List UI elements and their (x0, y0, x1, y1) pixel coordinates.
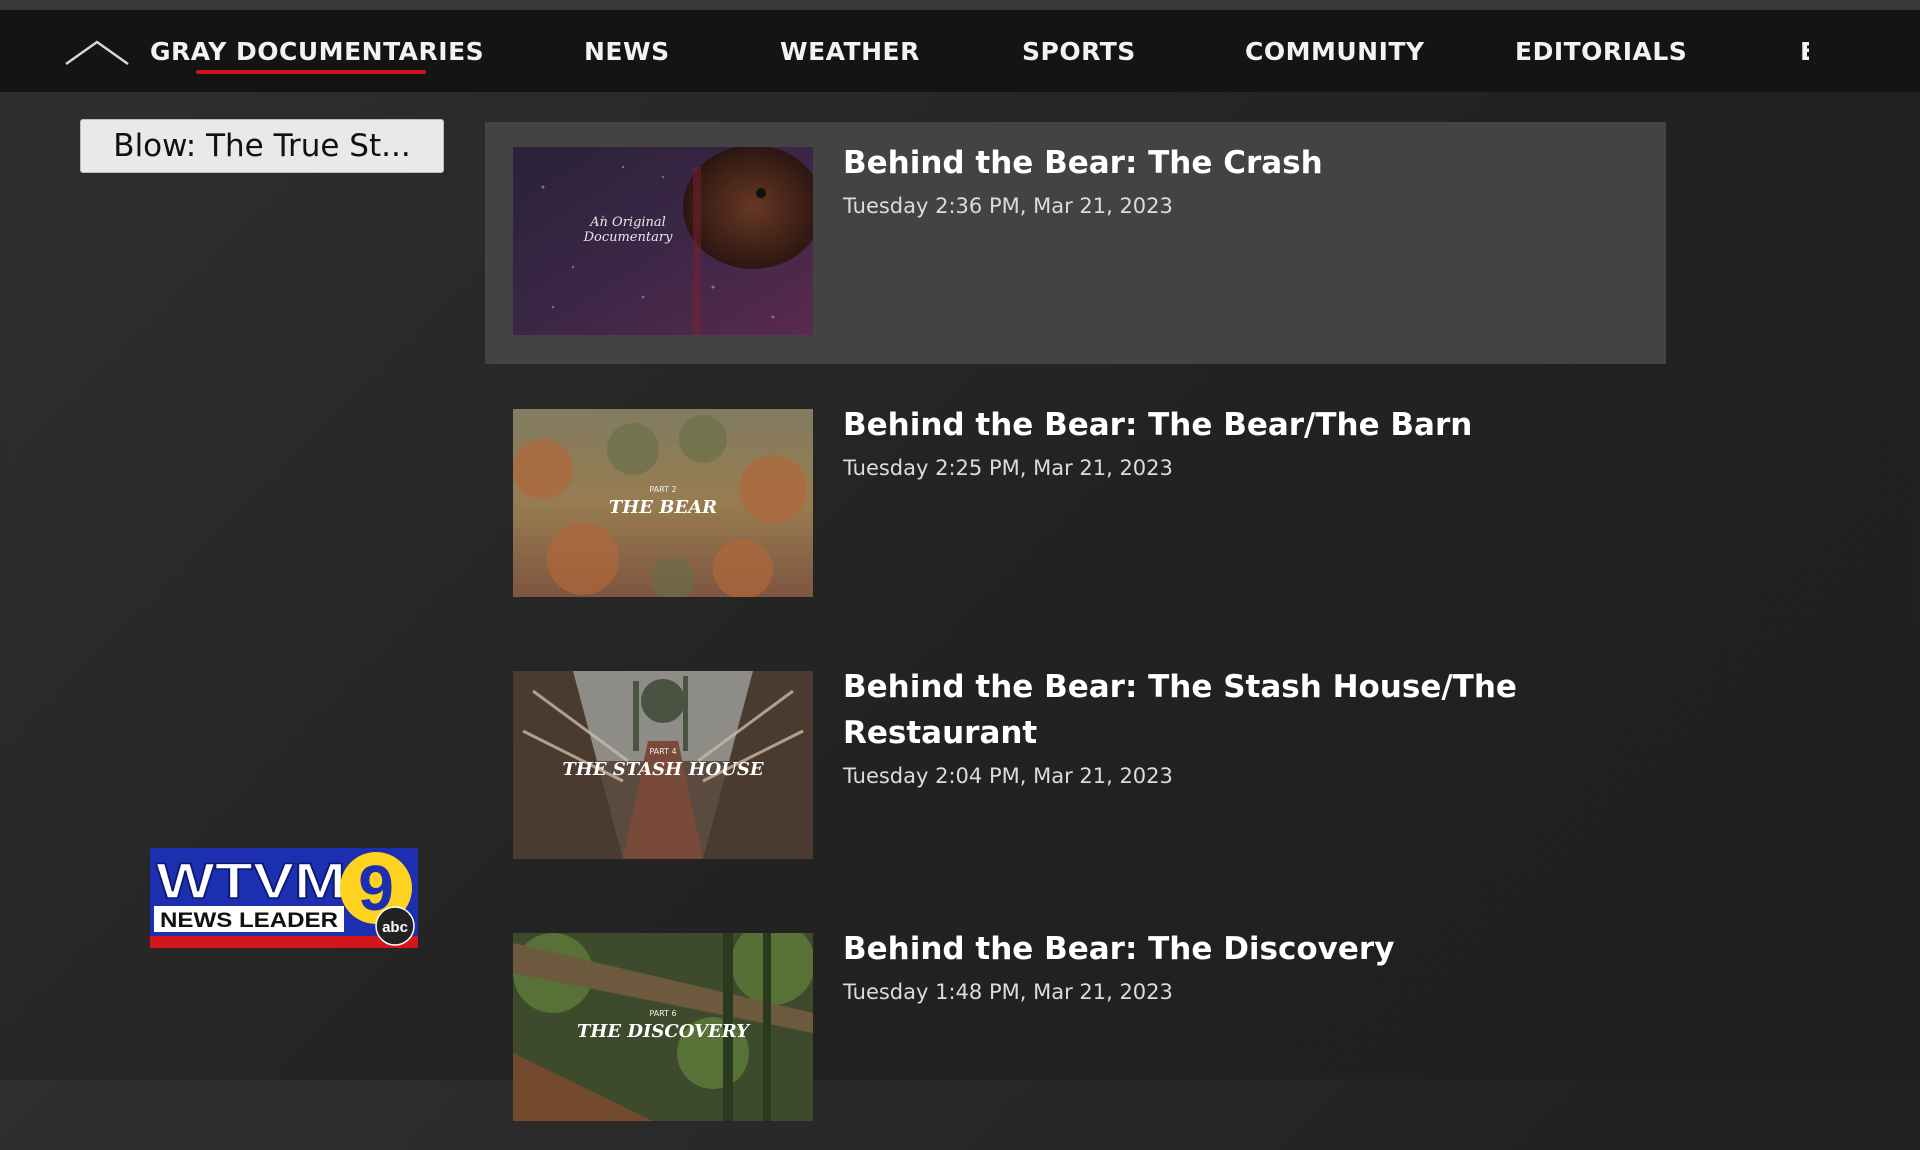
nav-tab-community[interactable]: COMMUNITY (1245, 32, 1425, 76)
svg-text:abc: abc (382, 919, 408, 936)
episode-row[interactable]: An Original Documentary Behind the Bear:… (485, 122, 1666, 364)
show-selector-button[interactable]: Blow: The True St... (80, 119, 444, 173)
episode-title: Behind the Bear: The Bear/The Barn (843, 407, 1473, 443)
thumbnail-caption: An Original Documentary (583, 215, 673, 245)
episode-thumbnail: An Original Documentary (513, 147, 813, 335)
episode-title: Behind the Bear: The Discovery (843, 931, 1395, 967)
episode-thumbnail: PART 6 THE DISCOVERY (513, 933, 813, 1121)
nav-tab-sports[interactable]: SPORTS (1022, 32, 1136, 76)
thumbnail-caption: THE BEAR (608, 497, 718, 518)
thumbnail-part-label: PART 6 (649, 1009, 677, 1018)
thumbnail-part-label: PART 4 (649, 747, 677, 756)
episode-date: Tuesday 2:04 PM, Mar 21, 2023 (843, 764, 1173, 788)
nav-tab-label: SPORTS (1022, 37, 1136, 66)
nav-tab-label: E (1800, 32, 1809, 76)
episode-date: Tuesday 1:48 PM, Mar 21, 2023 (843, 980, 1173, 1004)
nav-tab-news[interactable]: NEWS (584, 32, 670, 76)
nav-tab-editorials[interactable]: EDITORIALS (1515, 32, 1687, 76)
nav-tab-label: COMMUNITY (1245, 37, 1425, 66)
episode-title: Behind the Bear: The Stash House/The Res… (843, 669, 1517, 751)
active-tab-underline (196, 70, 426, 74)
nav-tab-overflow[interactable]: E (1795, 32, 1809, 76)
episode-date: Tuesday 2:25 PM, Mar 21, 2023 (843, 456, 1173, 480)
top-navigation-bar: GRAY DOCUMENTARIES NEWS WEATHER SPORTS C… (0, 10, 1920, 92)
nav-tab-weather[interactable]: WEATHER (780, 32, 920, 76)
episode-thumbnail: PART 4 THE STASH HOUSE (513, 671, 813, 859)
episode-row[interactable]: PART 4 THE STASH HOUSE Behind the Bear: … (485, 646, 1666, 888)
chevron-up-icon[interactable] (62, 32, 132, 72)
thumbnail-caption: THE DISCOVERY (576, 1021, 750, 1042)
station-logo: WTVM NEWS LEADER 9 abc (150, 848, 418, 948)
nav-tab-label: EDITORIALS (1515, 37, 1688, 66)
nav-tab-label: WEATHER (780, 37, 920, 66)
nav-tab-label: GRAY DOCUMENTARIES (150, 37, 485, 66)
top-edge (0, 0, 1920, 10)
show-selector-label: Blow: The True St... (113, 128, 411, 164)
episode-date: Tuesday 2:36 PM, Mar 21, 2023 (843, 194, 1173, 218)
thumbnail-part-label: PART 2 (649, 485, 677, 494)
episode-row[interactable]: PART 6 THE DISCOVERY Behind the Bear: Th… (485, 908, 1666, 1150)
svg-text:NEWS LEADER: NEWS LEADER (160, 909, 338, 932)
episode-thumbnail: PART 2 THE BEAR (513, 409, 813, 597)
thumbnail-caption: THE STASH HOUSE (562, 759, 764, 780)
nav-tab-gray-documentaries[interactable]: GRAY DOCUMENTARIES (150, 32, 484, 76)
episode-row[interactable]: PART 2 THE BEAR Behind the Bear: The Bea… (485, 384, 1666, 626)
nav-tab-label: NEWS (584, 37, 670, 66)
episode-title: Behind the Bear: The Crash (843, 145, 1323, 181)
svg-text:WTVM: WTVM (156, 853, 346, 909)
